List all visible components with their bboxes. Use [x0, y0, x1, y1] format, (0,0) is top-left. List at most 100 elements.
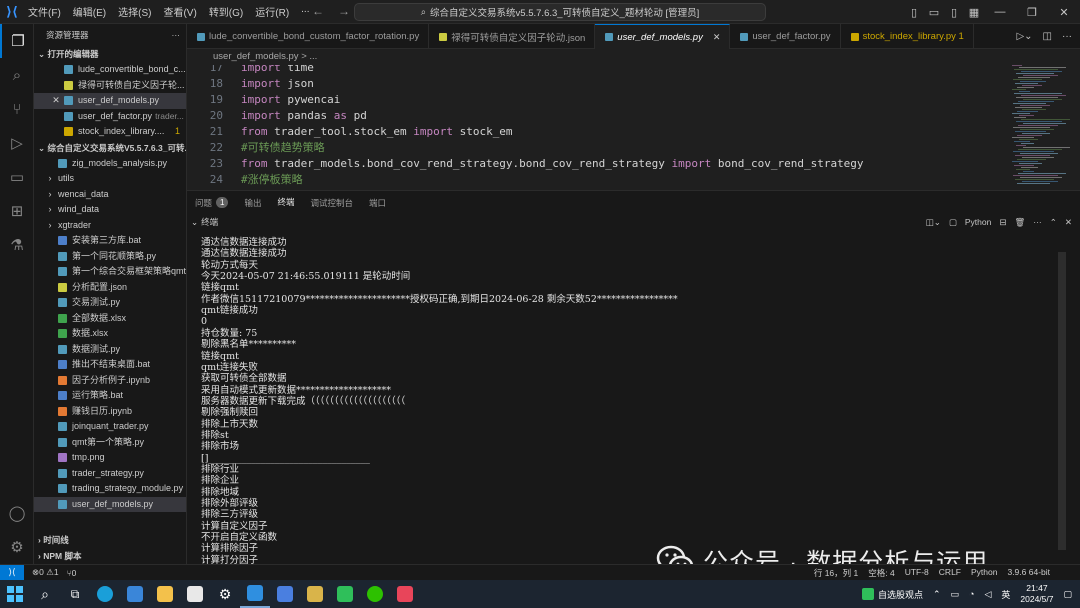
- breadcrumb[interactable]: user_def_models.py > ...: [187, 49, 1080, 65]
- vscode-taskbar-icon[interactable]: [240, 580, 270, 608]
- ports-status[interactable]: ⑂0: [67, 568, 77, 578]
- manage-gear-icon[interactable]: ⚙: [0, 530, 34, 564]
- file-tree-item[interactable]: › xgtrader: [34, 218, 186, 234]
- minimap[interactable]: [1012, 65, 1070, 190]
- toggle-sidebar-icon[interactable]: ▯: [904, 6, 924, 19]
- file-explorer-icon[interactable]: [150, 580, 180, 608]
- file-tree-item[interactable]: 分析配置.json: [34, 280, 186, 296]
- file-tree-item[interactable]: 全部数据.xlsx: [34, 311, 186, 327]
- extensions-icon[interactable]: ⊞: [0, 194, 34, 228]
- file-tree-item[interactable]: 因子分析例子.ipynb: [34, 373, 186, 389]
- chevron-down-icon[interactable]: ⌄: [191, 217, 198, 228]
- close-panel-icon[interactable]: ✕: [1065, 217, 1072, 228]
- menu-go[interactable]: 转到(G): [209, 4, 243, 19]
- remote-explorer-icon[interactable]: ▭: [0, 160, 34, 194]
- maximize-panel-icon[interactable]: ⌃: [1050, 217, 1057, 228]
- run-debug-icon[interactable]: ▷: [0, 126, 34, 160]
- file-tree-item[interactable]: zig_models_analysis.py: [34, 156, 186, 172]
- search-icon[interactable]: ⌕: [30, 580, 60, 608]
- workspace-section[interactable]: ⌄ 综合自定义交易系统V5.5.7.6.3_可转...: [34, 140, 186, 156]
- file-tree-item[interactable]: trading_strategy_module.py: [34, 481, 186, 497]
- restore-icon[interactable]: ❐: [1016, 6, 1048, 19]
- split-terminal-icon[interactable]: ◫⌄: [926, 217, 941, 228]
- npm-scripts-section[interactable]: › NPM 脚本: [34, 548, 186, 564]
- file-tree-item[interactable]: qmt第一个策略.py: [34, 435, 186, 451]
- file-tree-item[interactable]: joinquant_trader.py: [34, 419, 186, 435]
- file-tree-item[interactable]: 第一个同花顺策略.py: [34, 249, 186, 265]
- remote-indicator-icon[interactable]: ⟩⟨: [0, 564, 24, 581]
- editor-tab[interactable]: lude_convertible_bond_custom_factor_rota…: [187, 24, 430, 49]
- split-editor-icon[interactable]: ◫: [1043, 31, 1052, 42]
- python-terminal-label[interactable]: Python: [965, 217, 991, 227]
- open-editors-section[interactable]: ⌄ 打开的编辑器: [34, 46, 186, 62]
- menu-more[interactable]: ...: [301, 4, 309, 19]
- more-actions-icon[interactable]: ···: [1033, 217, 1042, 227]
- mail-icon[interactable]: [120, 580, 150, 608]
- file-tree-item[interactable]: 第一个综合交易框架策略qmt.py: [34, 264, 186, 280]
- more-actions-icon[interactable]: ···: [1062, 31, 1072, 42]
- editor-tab[interactable]: stock_index_library.py 1: [841, 24, 974, 49]
- close-window-icon[interactable]: ✕: [1048, 6, 1080, 19]
- file-tree-item[interactable]: 数据.xlsx: [34, 326, 186, 342]
- forward-arrow-icon[interactable]: →: [338, 4, 350, 18]
- editor-tab[interactable]: user_def_models.py ✕: [595, 24, 731, 49]
- close-tab-icon[interactable]: ✕: [713, 32, 721, 43]
- open-editor-item[interactable]: lude_convertible_bond_c...: [34, 62, 186, 78]
- app-archive-icon[interactable]: [300, 580, 330, 608]
- file-tree-item[interactable]: user_def_models.py: [34, 496, 186, 512]
- tab-terminal[interactable]: 终端: [269, 191, 303, 215]
- file-tree-item[interactable]: 数据测试.py: [34, 342, 186, 358]
- source-control-icon[interactable]: ⑂: [0, 92, 34, 126]
- more-actions-icon[interactable]: ···: [172, 24, 181, 46]
- menu-file[interactable]: 文件(F): [28, 4, 61, 19]
- account-icon[interactable]: ◯: [0, 496, 34, 530]
- menu-view[interactable]: 查看(V): [163, 4, 196, 19]
- cursor-position[interactable]: 行 16，列 1: [814, 567, 858, 579]
- menu-run[interactable]: 运行(R): [255, 4, 289, 19]
- minimize-icon[interactable]: —: [984, 6, 1016, 18]
- file-tree-item[interactable]: › wind_data: [34, 202, 186, 218]
- new-terminal-icon[interactable]: ⊟: [999, 217, 1006, 228]
- close-icon[interactable]: ✕: [50, 93, 62, 109]
- stock-widget[interactable]: 自选股观点: [861, 588, 923, 601]
- file-tree-item[interactable]: 推出不结束桌面.bat: [34, 357, 186, 373]
- app-red-icon[interactable]: [390, 580, 420, 608]
- toggle-panel-icon[interactable]: ▭: [924, 6, 944, 19]
- explorer-icon[interactable]: ❐: [0, 24, 34, 58]
- vscode-logo-icon[interactable]: ⟩⟨: [0, 0, 24, 24]
- python-terminal-icon[interactable]: ▢: [949, 217, 957, 228]
- notification-icon[interactable]: ▢: [1063, 589, 1072, 600]
- tab-output[interactable]: 输出: [236, 191, 269, 215]
- store-icon[interactable]: [180, 580, 210, 608]
- problems-status[interactable]: ⊗0 ⚠1: [32, 567, 59, 578]
- ime-indicator[interactable]: 英: [1001, 588, 1010, 601]
- command-center-search[interactable]: ⌕ 综合自定义交易系统v5.5.7.6.3_可转债自定义_题材轮动 [管理员]: [354, 3, 766, 21]
- code-editor[interactable]: 17 import time 18 import json 19 import pywen…: [187, 65, 1080, 190]
- edge-icon[interactable]: [90, 580, 120, 608]
- testing-icon[interactable]: ⚗: [0, 228, 34, 262]
- open-editor-item[interactable]: 禄得可转债自定义因子轮...: [34, 78, 186, 94]
- trash-icon[interactable]: 🗑: [1014, 217, 1025, 228]
- network-icon[interactable]: ◔: [969, 589, 974, 599]
- open-editor-item[interactable]: stock_index_library.... 1: [34, 124, 186, 140]
- editor-tab[interactable]: 禄得可转债自定义因子轮动.json: [429, 24, 596, 49]
- app-m-icon[interactable]: [270, 580, 300, 608]
- wechat-icon[interactable]: [360, 580, 390, 608]
- toggle-secondary-sidebar-icon[interactable]: ▯: [944, 6, 964, 19]
- file-tree-item[interactable]: 交易测试.py: [34, 295, 186, 311]
- python-interpreter[interactable]: 3.9.6 64-bit: [1007, 567, 1050, 579]
- battery-icon[interactable]: ▭: [951, 589, 960, 600]
- file-tree-item[interactable]: 安装第三方库.bat: [34, 233, 186, 249]
- terminal-scrollbar[interactable]: [1058, 252, 1066, 550]
- tab-ports[interactable]: 端口: [361, 191, 394, 215]
- task-view-icon[interactable]: ⧉: [60, 580, 90, 608]
- menu-selection[interactable]: 选择(S): [118, 4, 151, 19]
- app-terminal-icon[interactable]: [330, 580, 360, 608]
- tray-overflow-icon[interactable]: ⌃: [933, 589, 941, 600]
- editor-tab[interactable]: user_def_factor.py: [730, 24, 841, 49]
- volume-icon[interactable]: ◁: [984, 589, 991, 600]
- language-mode[interactable]: Python: [971, 567, 997, 579]
- tab-debug-console[interactable]: 调试控制台: [303, 191, 362, 215]
- open-editor-item[interactable]: user_def_factor.py trader...: [34, 109, 186, 125]
- encoding[interactable]: UTF-8: [905, 567, 929, 579]
